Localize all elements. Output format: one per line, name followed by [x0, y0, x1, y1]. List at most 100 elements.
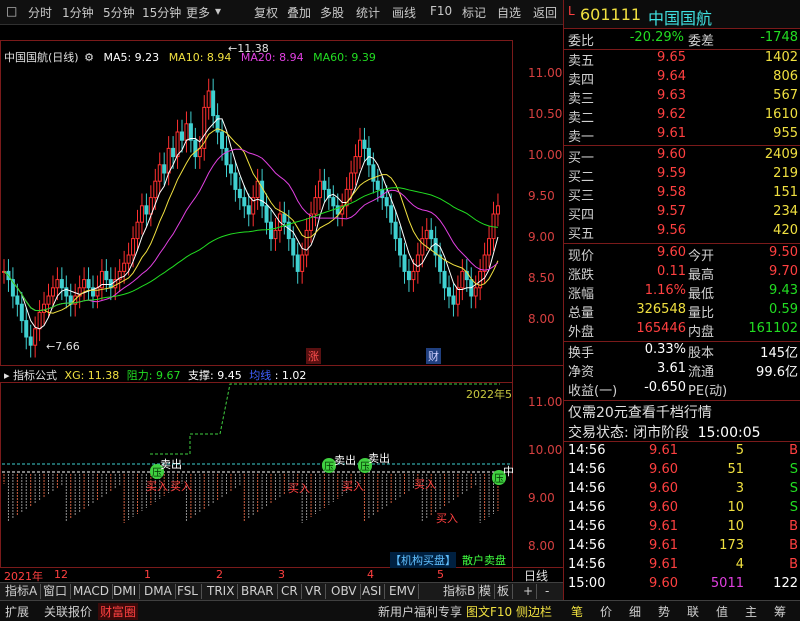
sell-volume: 1402	[764, 50, 798, 65]
add-tab-button[interactable]: +	[520, 584, 538, 599]
tick-direction: B	[789, 557, 798, 572]
tab-bi[interactable]: 笔	[571, 603, 583, 620]
candle-body	[246, 205, 251, 215]
tick-direction: B	[789, 519, 798, 534]
tick-direction: B	[789, 443, 798, 458]
tick-price: 9.60	[649, 500, 678, 515]
buy-level-label: 买五	[568, 227, 595, 242]
mark-button[interactable]: 标记	[462, 4, 486, 21]
stat-label: 涨跌	[568, 268, 595, 283]
indicator-dropdown-icon[interactable]: ▸	[4, 369, 10, 382]
buy-signal-label: 买入	[146, 480, 168, 493]
candle-body	[349, 172, 354, 190]
market-badge: L	[568, 4, 575, 18]
candle-body	[447, 287, 451, 297]
tab-brar[interactable]: BRAR	[238, 584, 278, 599]
tab-lian[interactable]: 联	[687, 603, 699, 620]
indicator-name[interactable]: 指标公式	[13, 369, 57, 382]
tab-indicator-b[interactable]: 指标B	[440, 584, 480, 599]
tab-jia[interactable]: 价	[600, 603, 612, 620]
f10-button[interactable]: F10	[430, 4, 452, 18]
stat-label: 最低	[688, 287, 715, 302]
candle-body	[193, 139, 198, 158]
expand-button[interactable]: 扩展	[5, 603, 29, 620]
stat-value: 9.70	[769, 264, 798, 279]
retail-label: 散户卖盘	[462, 554, 506, 567]
buy-row: 买四 9.57 234	[564, 204, 800, 223]
stat-value: 99.6亿	[756, 365, 798, 380]
sell-signal-label: 卖出	[368, 452, 390, 465]
sell-row: 卖二 9.62 1610	[564, 107, 800, 126]
candle-body	[24, 320, 29, 338]
tab-chou[interactable]: 筹	[774, 603, 786, 620]
promo-link[interactable]: 仅需20元查看千档行情	[568, 402, 712, 421]
candle-body	[313, 197, 318, 215]
tab-indicator-a[interactable]: 指标A	[2, 584, 42, 599]
back-button[interactable]: 返回	[533, 4, 557, 21]
watchlist-button[interactable]: 自选	[497, 4, 521, 21]
wealth-circle-button[interactable]: 财富圈	[98, 603, 139, 620]
zhang-tag[interactable]: 涨	[306, 348, 321, 364]
tab-window[interactable]: 窗口	[40, 584, 72, 599]
candle-body	[455, 287, 460, 305]
tick-row: 14:56 9.61 10 B	[564, 519, 800, 538]
tab-shi[interactable]: 势	[658, 603, 670, 620]
candle-body	[46, 295, 51, 305]
toolbar-checkbox-icon[interactable]: □	[6, 4, 17, 18]
tab-emv[interactable]: EMV	[386, 584, 420, 599]
tab-dma[interactable]: DMA	[141, 584, 176, 599]
tick-time: 14:56	[568, 481, 606, 496]
tab-template[interactable]: 模	[476, 584, 496, 599]
trade-status-row: 交易状态: 闭市阶段 15:00:05	[568, 422, 800, 441]
remove-tab-button[interactable]: -	[542, 584, 552, 599]
buy-signal-label: 买入	[342, 480, 364, 493]
tick-time: 14:56	[568, 557, 606, 572]
tab-obv[interactable]: OBV	[328, 584, 361, 599]
tab-fsl[interactable]: FSL	[174, 584, 202, 599]
time-label: 3	[278, 568, 285, 581]
draw-line-button[interactable]: 画线	[392, 4, 416, 21]
candle-body	[86, 279, 91, 289]
tab-macd[interactable]: MACD	[70, 584, 113, 599]
tab-vr[interactable]: VR	[302, 584, 326, 599]
candle-body	[28, 336, 33, 346]
tab-zhi[interactable]: 值	[716, 603, 728, 620]
candle-body	[304, 229, 309, 256]
stat-value: 0.33%	[644, 342, 686, 357]
fuquan-button[interactable]: 复权	[254, 4, 278, 21]
stats-button[interactable]: 统计	[356, 4, 380, 21]
new-user-benefit-link[interactable]: 新用户福利专享	[378, 603, 462, 620]
candle-body	[55, 279, 60, 289]
tab-1min[interactable]: 1分钟	[62, 4, 94, 21]
buy-volume: 420	[773, 223, 798, 238]
tab-more[interactable]: 更多	[186, 4, 210, 21]
cai-tag[interactable]: 财	[426, 348, 441, 364]
tab-xi[interactable]: 细	[629, 603, 641, 620]
tab-zhu[interactable]: 主	[745, 603, 757, 620]
indicator-tick: 10.00	[528, 443, 563, 457]
tab-dmi[interactable]: DMI	[110, 584, 141, 599]
indicator-zhicheng: 支撑: 9.45	[188, 369, 242, 382]
multistock-button[interactable]: 多股	[320, 4, 344, 21]
sell-volume: 806	[773, 69, 798, 84]
tab-15min[interactable]: 15分钟	[142, 4, 181, 21]
tab-5min[interactable]: 5分钟	[103, 4, 135, 21]
price-panel-border	[0, 40, 513, 366]
xg-step-line	[150, 383, 500, 455]
candle-body	[139, 205, 144, 223]
candle-body	[206, 90, 211, 108]
f10-text-button[interactable]: 图文F10	[466, 603, 512, 620]
tab-board[interactable]: 板	[494, 584, 514, 599]
tab-trix[interactable]: TRIX	[204, 584, 239, 599]
buy-price: 9.58	[657, 185, 686, 200]
candle-body	[424, 229, 429, 240]
candle-body	[415, 254, 420, 272]
related-quote-button[interactable]: 关联报价	[44, 603, 92, 620]
overlay-button[interactable]: 叠加	[287, 4, 311, 21]
sidebar-button[interactable]: 侧边栏	[516, 603, 552, 620]
tab-fenshi[interactable]: 分时	[28, 4, 52, 21]
buy-row: 买二 9.59 219	[564, 166, 800, 185]
chevron-down-icon[interactable]: ▾	[215, 4, 221, 18]
tab-asi[interactable]: ASI	[359, 584, 386, 599]
tab-cr[interactable]: CR	[278, 584, 302, 599]
